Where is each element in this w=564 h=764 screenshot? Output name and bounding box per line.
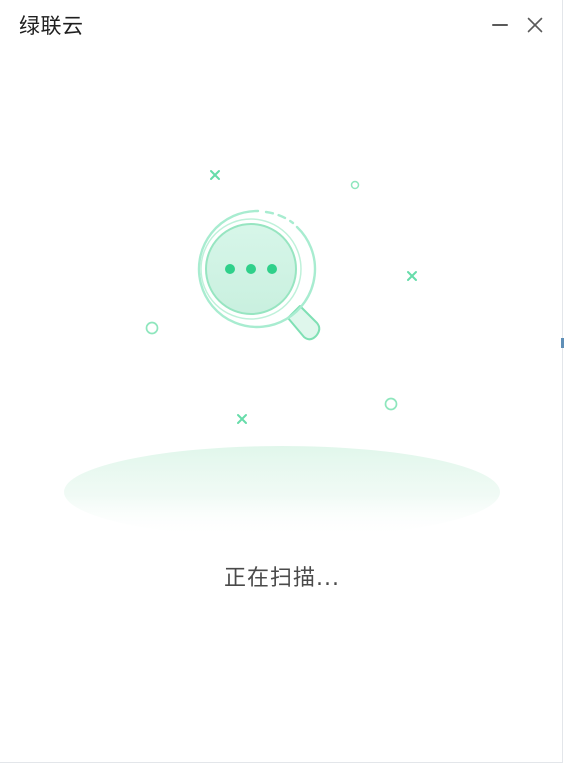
scan-status-text: 正在扫描... — [224, 566, 340, 591]
floor-shadow — [64, 446, 500, 538]
sparkle-circle-icon — [384, 397, 398, 411]
magnifier-icon — [197, 209, 321, 341]
sparkle-x-icon — [237, 414, 247, 424]
sparkle-x-icon — [407, 271, 417, 281]
app-window: 绿联云 正在扫描... — [0, 0, 563, 763]
sparkle-circle-icon — [350, 180, 360, 190]
sparkle-x-icon — [210, 170, 220, 180]
scanning-illustration — [64, 170, 500, 538]
sparkle-circle-icon — [145, 321, 159, 335]
